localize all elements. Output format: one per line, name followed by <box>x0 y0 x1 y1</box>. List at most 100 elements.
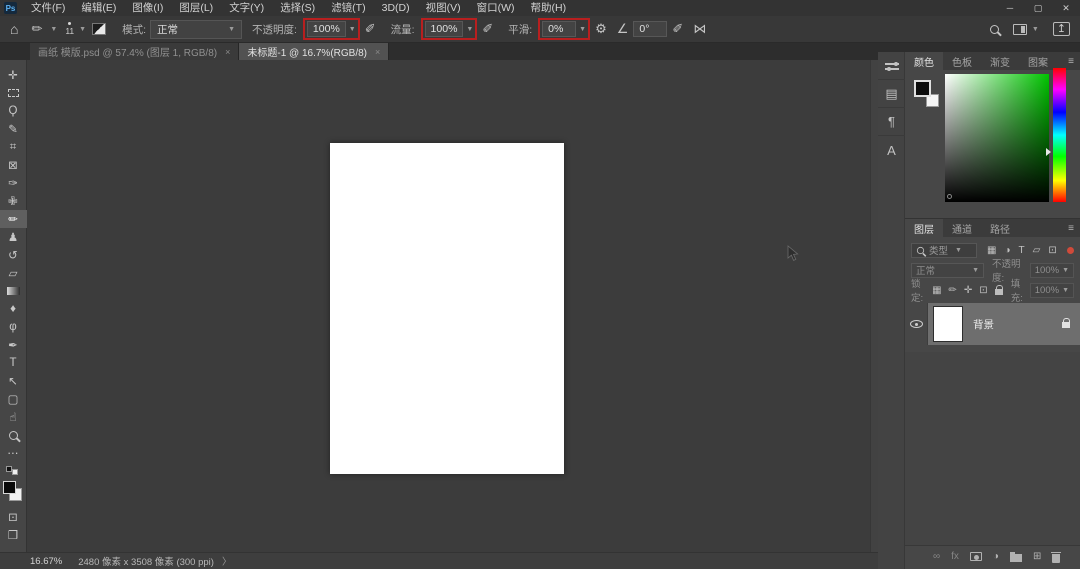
layer-row-background[interactable]: 背景 <box>905 303 1080 345</box>
brush-settings-panel-icon[interactable] <box>92 23 107 35</box>
home-icon[interactable]: ⌂ <box>10 21 18 37</box>
brush-size-dropdown-arrow[interactable]: ▼ <box>79 26 86 33</box>
lock-transparency-icon[interactable]: ▦ <box>932 285 941 296</box>
layer-row-content[interactable]: 背景 <box>928 303 1080 345</box>
eyedropper-tool[interactable]: ✑ <box>0 174 27 192</box>
type-tool[interactable]: T <box>0 354 27 372</box>
edit-toolbar-button[interactable]: ⋯ <box>0 444 27 462</box>
filter-shape-layers-icon[interactable]: ▱ <box>1033 245 1041 256</box>
new-layer-icon[interactable]: ⊞ <box>1033 551 1041 562</box>
menu-view[interactable]: 视图(V) <box>418 0 469 16</box>
hand-tool[interactable]: ☝ <box>0 408 27 426</box>
smoothing-field[interactable]: 0% <box>542 21 577 37</box>
layer-visibility-toggle[interactable] <box>905 303 928 345</box>
menu-help[interactable]: 帮助(H) <box>523 0 575 16</box>
menu-window[interactable]: 窗口(W) <box>469 0 523 16</box>
lock-pixels-icon[interactable]: ✏ <box>949 285 957 296</box>
maximize-button[interactable]: ▢ <box>1024 0 1052 16</box>
lasso-tool[interactable]: Ϙ <box>0 102 27 120</box>
panel-color-swatches[interactable] <box>913 78 943 112</box>
color-swatches[interactable] <box>0 478 27 506</box>
menu-filter[interactable]: 滤镜(T) <box>323 0 373 16</box>
flow-dropdown-arrow[interactable]: ▼ <box>466 26 473 33</box>
blend-mode-select[interactable]: 正常 ▼ <box>150 19 242 39</box>
filter-adjustment-layers-icon[interactable]: ◑ <box>1004 245 1010 256</box>
layer-filter-select[interactable]: 类型 ▼ <box>911 242 977 258</box>
opacity-dropdown-arrow[interactable]: ▼ <box>349 26 356 33</box>
clone-stamp-tool[interactable]: ♟ <box>0 228 27 246</box>
panel-menu-icon[interactable]: ≡ <box>1068 56 1074 67</box>
zoom-tool[interactable] <box>0 426 27 444</box>
hue-slider-arrow[interactable] <box>1046 148 1051 156</box>
dodge-tool[interactable]: φ <box>0 318 27 336</box>
spot-healing-brush-tool[interactable]: ✙ <box>0 192 27 210</box>
tab-paths[interactable]: 路径 <box>981 219 1019 237</box>
tab-color[interactable]: 颜色 <box>905 52 943 70</box>
tab-gradients[interactable]: 渐变 <box>981 52 1019 70</box>
paragraph-panel-button[interactable]: ¶ <box>878 108 905 136</box>
zoom-level-field[interactable]: 16.67% <box>30 556 62 567</box>
layer-style-fx-icon[interactable]: fx <box>951 551 959 562</box>
canvas-document[interactable] <box>330 143 564 474</box>
blur-tool[interactable]: ♦ <box>0 300 27 318</box>
close-icon[interactable]: × <box>225 47 230 57</box>
lock-artboard-icon[interactable]: ⊡ <box>979 285 987 296</box>
brush-size-picker[interactable]: 11 <box>65 22 74 36</box>
layer-fill-field[interactable]: 100% ▼ <box>1029 282 1074 298</box>
swap-colors-icon[interactable] <box>0 464 27 476</box>
properties-panel-button[interactable] <box>878 52 905 80</box>
history-brush-tool[interactable]: ↺ <box>0 246 27 264</box>
flow-field[interactable]: 100% <box>424 21 464 37</box>
smoothing-dropdown-arrow[interactable]: ▼ <box>579 26 586 33</box>
lock-position-icon[interactable]: ✛ <box>964 285 972 296</box>
layer-thumbnail[interactable] <box>933 306 963 342</box>
tab-patterns[interactable]: 图案 <box>1019 52 1057 70</box>
minimize-button[interactable]: ─ <box>996 0 1024 16</box>
crop-tool[interactable]: ⌗ <box>0 138 27 156</box>
new-group-icon[interactable] <box>1009 552 1022 562</box>
workspace-icon[interactable] <box>1012 23 1027 35</box>
filter-smart-objects-icon[interactable]: ⊡ <box>1048 245 1056 256</box>
tab-layers[interactable]: 图层 <box>905 219 943 237</box>
symmetry-icon[interactable]: ⋈ <box>693 21 706 37</box>
foreground-color-swatch[interactable] <box>914 80 931 97</box>
close-icon[interactable]: × <box>375 47 380 57</box>
gear-icon[interactable]: ⚙ <box>595 21 607 37</box>
eraser-tool[interactable]: ▱ <box>0 264 27 282</box>
menu-3d[interactable]: 3D(D) <box>374 0 418 16</box>
adjustment-layer-icon[interactable]: ◑ <box>993 551 999 562</box>
menu-image[interactable]: 图像(I) <box>124 0 171 16</box>
menu-file[interactable]: 文件(F) <box>23 0 73 16</box>
screen-mode-button[interactable]: ❐ <box>0 526 27 544</box>
layer-opacity-field[interactable]: 100% ▼ <box>1029 262 1074 278</box>
brush-preset-dropdown-arrow[interactable]: ▼ <box>50 26 57 33</box>
link-layers-icon[interactable]: ∞ <box>933 551 940 562</box>
tab-swatches[interactable]: 色板 <box>943 52 981 70</box>
color-marker[interactable] <box>947 194 952 199</box>
filter-pixel-layers-icon[interactable]: ▦ <box>987 245 996 256</box>
path-selection-tool[interactable]: ↖ <box>0 372 27 390</box>
menu-select[interactable]: 选择(S) <box>272 0 323 16</box>
angle-field[interactable]: 0° <box>633 21 668 37</box>
workspace-dropdown-arrow[interactable]: ▼ <box>1032 26 1039 33</box>
brush-tool[interactable]: ✏ <box>0 210 27 228</box>
delete-layer-icon[interactable] <box>1051 551 1062 563</box>
hue-slider[interactable] <box>1046 68 1066 202</box>
frame-tool[interactable]: ⊠ <box>0 156 27 174</box>
document-tab-active[interactable]: 未标题-1 @ 16.7%(RGB/8) × <box>239 43 390 60</box>
menu-type[interactable]: 文字(Y) <box>221 0 272 16</box>
tab-channels[interactable]: 通道 <box>943 219 981 237</box>
quick-mask-button[interactable]: ⊡ <box>0 508 27 526</box>
lock-all-icon[interactable] <box>994 285 1003 295</box>
menu-edit[interactable]: 编辑(E) <box>73 0 124 16</box>
quick-selection-tool[interactable]: ✎ <box>0 120 27 138</box>
close-button[interactable]: ✕ <box>1052 0 1080 16</box>
move-tool[interactable]: ✛ <box>0 66 27 84</box>
status-menu-arrow[interactable]: 〉 <box>222 554 232 568</box>
airbrush-icon[interactable]: ✐ <box>482 21 493 37</box>
vertical-scrollbar[interactable] <box>870 60 878 552</box>
menu-layer[interactable]: 图层(L) <box>171 0 221 16</box>
gradient-tool[interactable] <box>0 282 27 300</box>
share-icon[interactable]: ↥ <box>1052 22 1070 36</box>
pressure-size-icon[interactable]: ✐ <box>672 21 683 37</box>
